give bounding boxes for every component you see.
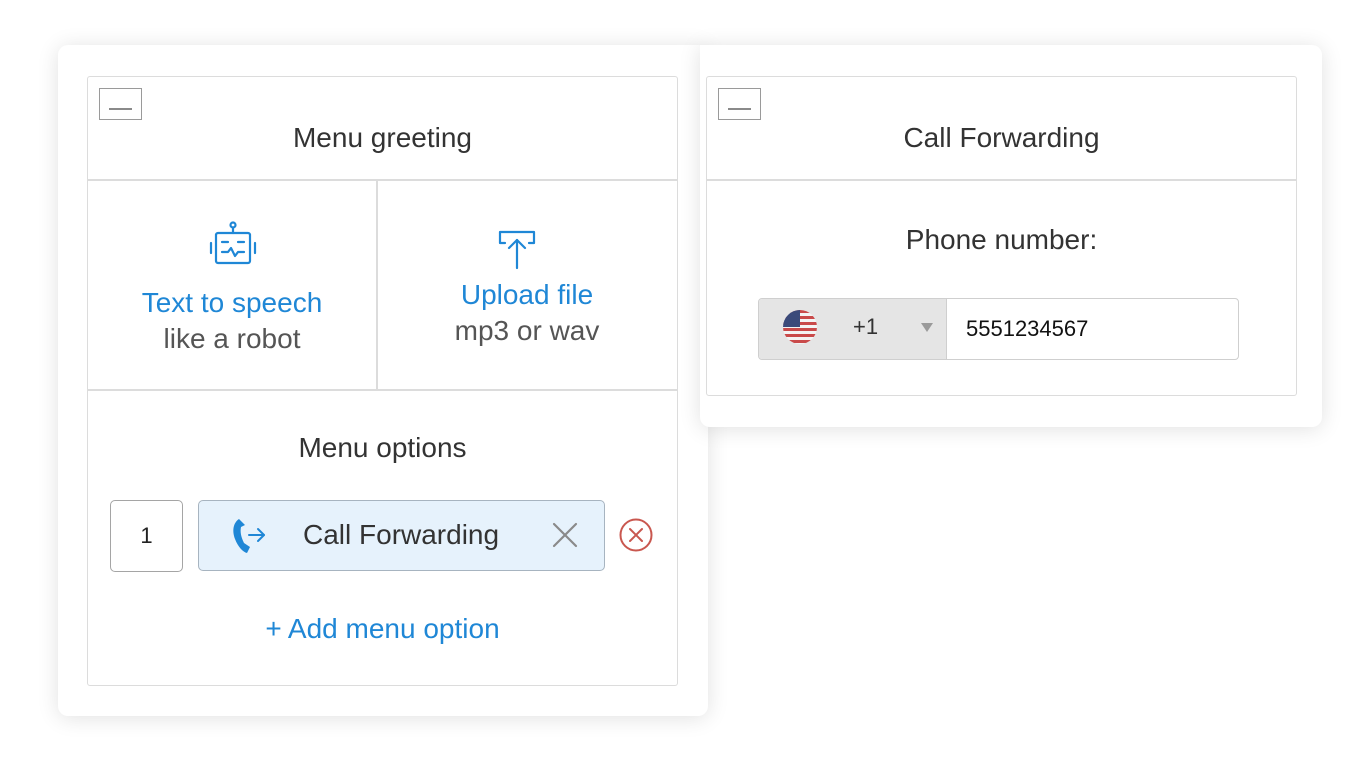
dial-code: +1 [853, 314, 879, 339]
collapse-menu-button[interactable] [99, 88, 142, 120]
clear-icon[interactable] [551, 521, 579, 549]
upload-subtitle: mp3 or wav [454, 315, 600, 346]
menu-greeting-title: Menu greeting [292, 122, 472, 153]
collapse-forward-button[interactable] [718, 88, 761, 120]
upload-title: Upload file [460, 279, 594, 310]
option-label: Call Forwarding [303, 519, 500, 550]
menu-option-selector[interactable]: Call Forwarding [198, 500, 605, 571]
country-code-select[interactable]: +1 [759, 299, 947, 359]
phone-number-label: Phone number: [905, 224, 1098, 255]
upload-file-option[interactable]: Upload file mp3 or wav [377, 181, 677, 389]
menu-options-title: Menu options [298, 432, 467, 463]
phone-number-input[interactable] [947, 299, 1238, 359]
option-number-input[interactable]: 1 [110, 500, 183, 572]
options-divider [88, 389, 677, 391]
phone-number-field: +1 [758, 298, 1239, 360]
header-divider [707, 179, 1296, 181]
tts-title: Text to speech [141, 287, 323, 318]
call-forwarding-card: Call Forwarding Phone number: +1 5551234… [706, 76, 1297, 396]
remove-option-icon[interactable] [618, 517, 654, 553]
add-menu-option-link[interactable]: + Add menu option [88, 613, 677, 645]
phone-forward-icon [233, 519, 265, 553]
us-flag-icon [783, 310, 817, 344]
menu-greeting-card: Menu greeting Text to speech like a robo… [87, 76, 678, 686]
robot-icon [209, 221, 257, 265]
upload-icon [498, 230, 536, 270]
call-forwarding-title: Call Forwarding [903, 122, 1100, 153]
text-to-speech-option[interactable]: Text to speech like a robot [88, 181, 376, 389]
chevron-down-icon [921, 323, 933, 332]
tts-subtitle: like a robot [163, 323, 301, 354]
